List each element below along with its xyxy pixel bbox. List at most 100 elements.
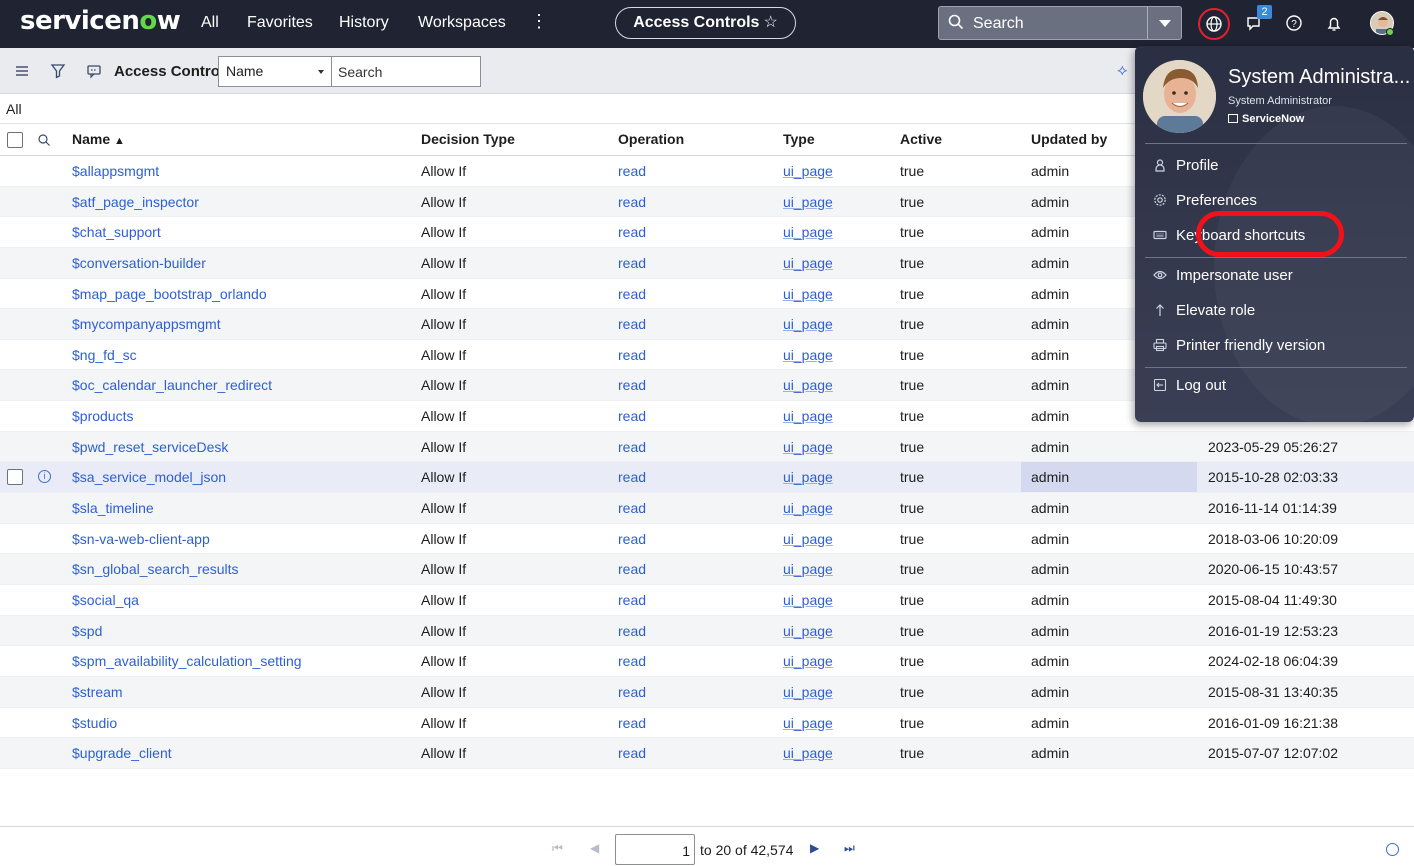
row-name-link[interactable]: $social_qa	[72, 592, 139, 608]
nav-favorites[interactable]: Favorites	[247, 14, 313, 32]
row-name-link[interactable]: $mycompanyappsmgmt	[72, 316, 221, 332]
menu-item-impersonate-user[interactable]: Impersonate user	[1135, 261, 1414, 293]
row-operation-link[interactable]: read	[618, 286, 646, 302]
menu-item-profile[interactable]: Profile	[1135, 151, 1414, 183]
table-row[interactable]: $sla_timeline Allow If read ui_page true admi…	[0, 493, 1414, 524]
table-row[interactable]: $stream Allow If read ui_page true admin 2015-…	[0, 676, 1414, 708]
row-operation-link[interactable]: read	[618, 377, 646, 393]
response-time-icon[interactable]	[1386, 843, 1399, 856]
column-updated-by[interactable]: Updated by	[1031, 131, 1107, 147]
row-operation-link[interactable]: read	[618, 500, 646, 516]
row-type-link[interactable]: ui_page	[783, 469, 833, 485]
page-number-input[interactable]: 1	[615, 834, 695, 865]
row-operation-link[interactable]: read	[618, 592, 646, 608]
previous-page-button[interactable]: ◀	[590, 841, 599, 855]
row-name-link[interactable]: $allappsmgmt	[72, 163, 159, 179]
row-name-link[interactable]: $map_page_bootstrap_orlando	[72, 286, 267, 302]
search-scope-dropdown[interactable]	[1147, 7, 1181, 39]
row-operation-link[interactable]: read	[618, 408, 646, 424]
row-operation-link[interactable]: read	[618, 439, 646, 455]
row-checkbox[interactable]	[7, 469, 23, 486]
row-operation-link[interactable]: read	[618, 316, 646, 332]
row-operation-link[interactable]: read	[618, 745, 646, 761]
nav-all[interactable]: All	[201, 14, 219, 32]
table-row[interactable]: $spd Allow If read ui_page true admin 2016-01-…	[0, 615, 1414, 647]
row-name-link[interactable]: $spd	[72, 623, 102, 639]
menu-item-printer-friendly[interactable]: Printer friendly version	[1135, 331, 1414, 363]
context-pill[interactable]: Access Controls ☆	[615, 7, 796, 39]
list-search-input[interactable]: Search	[331, 56, 481, 87]
row-operation-link[interactable]: read	[618, 684, 646, 700]
row-type-link[interactable]: ui_page	[783, 561, 833, 577]
activity-stream-icon[interactable]	[86, 63, 102, 79]
table-row[interactable]: $social_qa Allow If read ui_page true admin 20…	[0, 585, 1414, 616]
nav-history[interactable]: History	[339, 14, 389, 32]
row-name-link[interactable]: $sa_service_model_json	[72, 469, 226, 485]
row-name-link[interactable]: $sn-va-web-client-app	[72, 531, 210, 547]
menu-item-elevate-role[interactable]: Elevate role	[1135, 296, 1414, 328]
row-type-link[interactable]: ui_page	[783, 347, 833, 363]
row-name-link[interactable]: $stream	[72, 684, 123, 700]
breadcrumb[interactable]: All	[6, 101, 22, 117]
row-operation-link[interactable]: read	[618, 255, 646, 271]
column-type[interactable]: Type	[783, 131, 815, 147]
row-type-link[interactable]: ui_page	[783, 316, 833, 332]
column-name[interactable]: Name ▲	[72, 131, 125, 147]
row-operation-link[interactable]: read	[618, 347, 646, 363]
row-operation-link[interactable]: read	[618, 224, 646, 240]
pulse-icon[interactable]: ⟡	[1117, 62, 1128, 80]
table-row[interactable]: $upgrade_client Allow If read ui_page true ad…	[0, 738, 1414, 769]
row-operation-link[interactable]: read	[618, 194, 646, 210]
row-operation-link[interactable]: read	[618, 653, 646, 669]
global-search-input[interactable]: Search	[973, 15, 1024, 33]
row-name-link[interactable]: $conversation-builder	[72, 255, 206, 271]
more-menu-icon[interactable]: ⋮	[530, 11, 548, 32]
table-row[interactable]: $spm_availability_calculation_setting All…	[0, 646, 1414, 677]
row-name-link[interactable]: $sla_timeline	[72, 500, 154, 516]
servicenow-logo[interactable]: servicenow	[20, 6, 181, 36]
table-row[interactable]: $sn_global_search_results Allow If read ui_…	[0, 554, 1414, 585]
row-type-link[interactable]: ui_page	[783, 715, 833, 731]
row-type-link[interactable]: ui_page	[783, 623, 833, 639]
column-decision-type[interactable]: Decision Type	[421, 131, 515, 147]
row-type-link[interactable]: ui_page	[783, 286, 833, 302]
global-search[interactable]: Search	[938, 6, 1182, 40]
first-page-button[interactable]: ⏮	[552, 841, 563, 856]
menu-item-log-out[interactable]: Log out	[1135, 371, 1414, 403]
row-name-link[interactable]: $upgrade_client	[72, 745, 172, 761]
row-name-link[interactable]: $chat_support	[72, 224, 161, 240]
row-type-link[interactable]: ui_page	[783, 531, 833, 547]
row-name-link[interactable]: $oc_calendar_launcher_redirect	[72, 377, 272, 393]
row-name-link[interactable]: $studio	[72, 715, 117, 731]
row-name-link[interactable]: $pwd_reset_serviceDesk	[72, 439, 228, 455]
column-search-icon[interactable]	[37, 133, 51, 147]
row-type-link[interactable]: ui_page	[783, 745, 833, 761]
row-operation-link[interactable]: read	[618, 623, 646, 639]
row-type-link[interactable]: ui_page	[783, 255, 833, 271]
row-type-link[interactable]: ui_page	[783, 224, 833, 240]
row-operation-link[interactable]: read	[618, 163, 646, 179]
column-operation[interactable]: Operation	[618, 131, 684, 147]
row-type-link[interactable]: ui_page	[783, 163, 833, 179]
column-active[interactable]: Active	[900, 131, 942, 147]
row-operation-link[interactable]: read	[618, 531, 646, 547]
favorite-star-icon[interactable]: ☆	[763, 14, 777, 31]
table-row[interactable]: $studio Allow If read ui_page true admin 2016-…	[0, 708, 1414, 739]
row-type-link[interactable]: ui_page	[783, 653, 833, 669]
search-field-select[interactable]: Name	[218, 56, 332, 87]
table-row[interactable]: i $sa_service_model_json Allow If read ui_pa…	[0, 462, 1414, 494]
row-name-link[interactable]: $ng_fd_sc	[72, 347, 137, 363]
row-type-link[interactable]: ui_page	[783, 684, 833, 700]
row-operation-link[interactable]: read	[618, 715, 646, 731]
row-name-link[interactable]: $products	[72, 408, 133, 424]
row-operation-link[interactable]: read	[618, 561, 646, 577]
table-row[interactable]: $pwd_reset_serviceDesk Allow If read ui_pag…	[0, 431, 1414, 463]
nav-workspaces[interactable]: Workspaces	[418, 14, 506, 32]
last-page-button[interactable]: ⏭	[844, 841, 855, 856]
row-type-link[interactable]: ui_page	[783, 439, 833, 455]
row-type-link[interactable]: ui_page	[783, 194, 833, 210]
info-icon[interactable]: i	[38, 470, 51, 484]
row-type-link[interactable]: ui_page	[783, 500, 833, 516]
bell-icon[interactable]	[1319, 9, 1349, 39]
select-all-checkbox[interactable]	[7, 132, 23, 148]
